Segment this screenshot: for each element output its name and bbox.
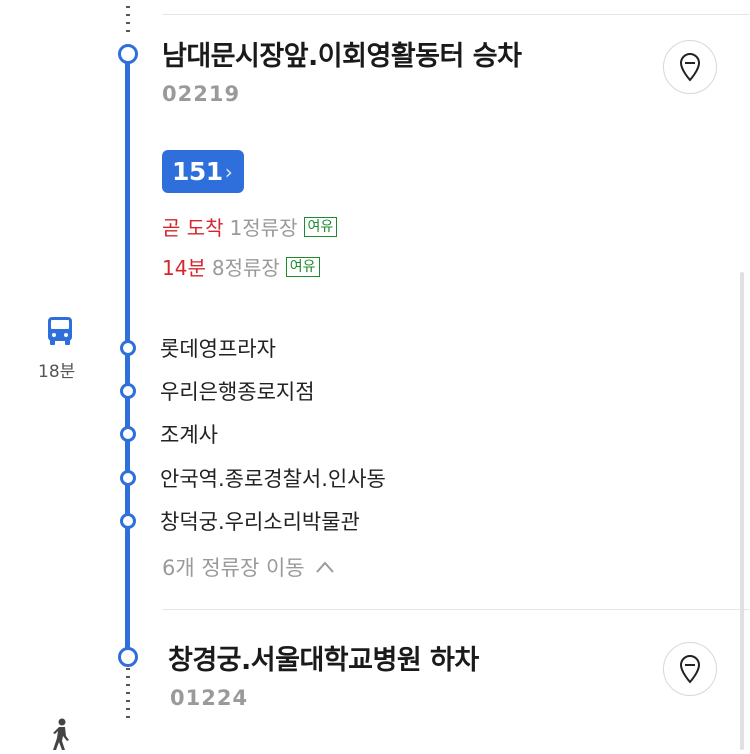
alighting-map-pin-button[interactable] <box>663 642 717 696</box>
arrival-stops: 1정류장 <box>229 216 298 240</box>
stop-node <box>120 513 136 529</box>
boarding-node <box>118 44 138 64</box>
stop-node <box>120 470 136 486</box>
chevron-up-icon <box>315 561 334 573</box>
map-pin-icon <box>679 53 701 82</box>
chevron-right-icon: › <box>224 159 233 184</box>
map-pin-icon <box>679 655 701 684</box>
arrival-time: 곧 도착 <box>162 216 224 240</box>
bus-icon <box>47 316 73 350</box>
bus-number: 151 <box>172 157 223 186</box>
stop-node <box>120 426 136 442</box>
walk-icon <box>50 718 72 754</box>
stops-count-label: 6개 정류장 이동 <box>162 556 305 580</box>
stop-item[interactable]: 조계사 <box>160 419 218 449</box>
crowd-status-badge: 여유 <box>303 216 338 237</box>
alighting-node <box>118 647 138 667</box>
ride-duration: 18분 <box>38 362 76 382</box>
alighting-station-id: 01224 <box>170 686 249 710</box>
boarding-station-title[interactable]: 남대문시장앞.이회영활동터 승차 <box>162 34 522 73</box>
boarding-station-id: 02219 <box>162 82 241 106</box>
stop-item[interactable]: 우리은행종로지점 <box>160 376 315 406</box>
arrival-row: 곧 도착 1정류장 여유 <box>162 212 338 241</box>
stop-node <box>120 340 136 356</box>
scrollbar[interactable] <box>740 272 744 750</box>
walk-connector-top <box>126 6 130 34</box>
arrival-row: 14분 8정류장 여유 <box>162 252 320 281</box>
boarding-map-pin-button[interactable] <box>663 40 717 94</box>
stop-item[interactable]: 안국역.종로경찰서.인사동 <box>160 463 386 493</box>
walk-connector-bottom <box>126 668 130 720</box>
bus-route-button[interactable]: 151 › <box>162 150 244 193</box>
divider-top <box>162 14 750 15</box>
stop-item[interactable]: 창덕궁.우리소리박물관 <box>160 506 360 536</box>
arrival-stops: 8정류장 <box>211 256 280 280</box>
arrival-time: 14분 <box>162 256 206 280</box>
stops-toggle[interactable]: 6개 정류장 이동 <box>162 552 335 582</box>
stop-item[interactable]: 롯데영프라자 <box>160 333 276 363</box>
stop-node <box>120 383 136 399</box>
alighting-station-title[interactable]: 창경궁.서울대학교병원 하차 <box>168 638 479 677</box>
divider-bottom <box>162 609 750 610</box>
crowd-status-badge: 여유 <box>285 256 320 277</box>
